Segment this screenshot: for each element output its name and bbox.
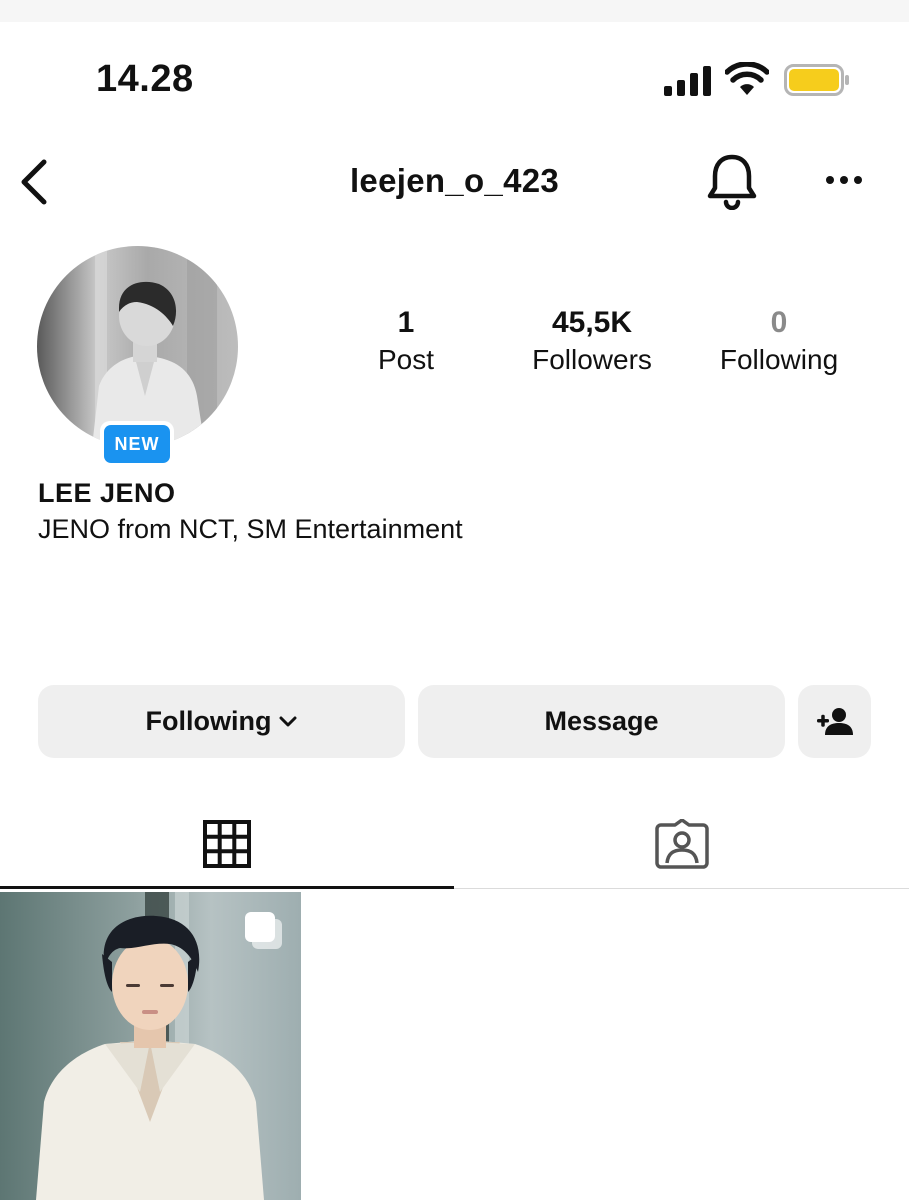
chevron-down-icon <box>279 716 297 726</box>
following-button[interactable]: Following <box>38 685 405 758</box>
more-options-icon[interactable] <box>820 168 868 192</box>
battery-icon <box>784 64 849 96</box>
stat-following[interactable]: 0 Following <box>700 304 858 378</box>
following-button-label: Following <box>145 706 272 736</box>
posts-label: Post <box>377 344 435 375</box>
header-title-wrap: leejen_o_423 <box>0 162 909 200</box>
suggested-users-button[interactable] <box>798 685 871 758</box>
profile-avatar[interactable] <box>37 246 238 447</box>
active-tab-indicator <box>0 886 454 889</box>
message-button-label: Message <box>544 706 659 736</box>
wifi-icon <box>725 62 769 95</box>
tab-tagged[interactable] <box>454 800 909 888</box>
following-label: Following <box>719 344 839 375</box>
bio-text: JENO from NCT, SM Entertainment <box>38 514 463 544</box>
message-button[interactable]: Message <box>418 685 785 758</box>
posts-count: 1 <box>397 306 415 339</box>
multiple-photos-icon <box>245 912 282 949</box>
top-strip <box>0 0 909 22</box>
profile-screen: 14.28 leejen_o_423 NEW 1 Post 45,5K Foll… <box>0 0 909 1200</box>
stat-followers[interactable]: 45,5K Followers <box>506 304 678 378</box>
tab-divider <box>454 888 909 889</box>
status-time: 14.28 <box>96 58 194 100</box>
display-name: LEE JENO <box>38 478 176 508</box>
following-count: 0 <box>770 306 788 339</box>
tagged-person-icon <box>654 819 709 869</box>
followers-label: Followers <box>532 344 652 375</box>
add-person-icon <box>816 707 853 735</box>
followers-count: 45,5K <box>551 306 633 339</box>
new-badge: NEW <box>100 421 174 467</box>
bell-icon[interactable] <box>703 152 761 210</box>
stat-posts[interactable]: 1 Post <box>356 304 456 378</box>
avatar-photo <box>37 246 238 447</box>
new-badge-label: NEW <box>104 425 170 463</box>
cellular-signal-icon <box>664 66 711 96</box>
tab-posts-grid[interactable] <box>0 800 454 888</box>
grid-icon <box>203 820 251 868</box>
profile-username: leejen_o_423 <box>349 162 560 199</box>
